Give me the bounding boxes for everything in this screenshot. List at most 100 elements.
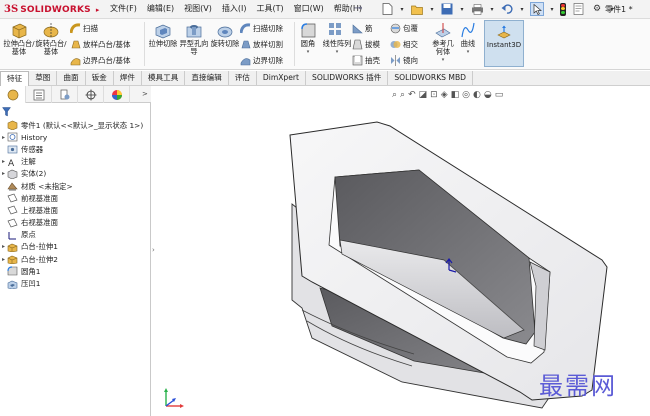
fillet-dropdown-icon[interactable]: ▾ — [296, 48, 320, 56]
display-manager-tab[interactable] — [104, 86, 130, 103]
hole-wizard-button[interactable]: 异型孔向导 — [177, 21, 211, 56]
extrude-cut-button[interactable]: 拉伸切除 — [146, 21, 180, 48]
tree-item[interactable]: 圆角1 — [0, 265, 151, 277]
tree-item[interactable]: ▸ 实体(2) — [0, 168, 151, 180]
wrap-button[interactable]: 包覆 — [390, 22, 418, 35]
tab-mold-tools[interactable]: 模具工具 — [142, 71, 186, 85]
tree-item[interactable]: ▸ History — [0, 131, 151, 143]
file-properties-icon[interactable] — [571, 2, 585, 16]
instant3d-button[interactable]: Instant3D — [484, 20, 524, 67]
revolve-cut-button[interactable]: 旋转切除 — [208, 21, 242, 48]
logo-ds: 3S — [4, 4, 19, 15]
solidworks-logo[interactable]: 3S SOLIDWORKS ▸ — [4, 3, 99, 16]
menu-window[interactable]: 窗口(W) — [294, 3, 324, 14]
sweep-button[interactable]: 扫描 — [69, 22, 98, 35]
expand-arrow-icon[interactable]: ▸ — [0, 134, 7, 141]
linear-pattern-label: 线性阵列 — [322, 39, 352, 48]
tree-item[interactable]: 前视基准面 — [0, 192, 151, 204]
new-document-icon[interactable] — [380, 2, 394, 16]
print-dropdown-icon[interactable]: ▾ — [489, 2, 495, 16]
tree-item[interactable]: 右视基准面 — [0, 217, 151, 229]
expand-arrow-icon[interactable]: ▸ — [0, 158, 7, 165]
shell-button[interactable]: 抽壳 — [352, 54, 380, 67]
save-dropdown-icon[interactable]: ▾ — [459, 2, 465, 16]
configuration-icon — [60, 89, 69, 99]
expand-arrow-icon[interactable]: ▸ — [0, 256, 7, 263]
expand-arrow-icon[interactable]: ▸ — [0, 170, 7, 177]
mirror-button[interactable]: 镜向 — [390, 54, 418, 67]
property-manager-tab[interactable] — [26, 86, 52, 103]
undo-icon[interactable] — [500, 2, 514, 16]
options-gear-icon[interactable]: ⚙ — [590, 2, 604, 16]
logo-expand-icon[interactable]: ▸ — [96, 6, 100, 14]
tree-item[interactable]: 材质 <未指定> — [0, 180, 151, 192]
linear-pattern-icon — [328, 21, 346, 39]
reference-geometry-button[interactable]: 参考几何体 ▾ — [430, 21, 456, 64]
tree-item[interactable]: 原点 — [0, 229, 151, 241]
feature-manager-tab[interactable] — [0, 86, 26, 103]
curves-dropdown-icon[interactable]: ▾ — [456, 48, 480, 56]
tree-item[interactable]: ▸ 凸台-拉伸1 — [0, 241, 151, 253]
tree-item[interactable]: 压凹1 — [0, 277, 151, 289]
tab-sketch[interactable]: 草图 — [29, 71, 58, 85]
draft-button[interactable]: 拔模 — [352, 38, 380, 51]
expand-arrow-icon[interactable]: ▸ — [0, 243, 7, 250]
menu-insert[interactable]: 插入(I) — [222, 3, 247, 14]
draft-icon — [352, 39, 363, 50]
rib-button[interactable]: 筋 — [352, 22, 373, 35]
tab-mbd[interactable]: SOLIDWORKS MBD — [388, 71, 474, 85]
select-cursor-icon[interactable] — [530, 2, 544, 16]
linear-pattern-button[interactable]: 线性阵列 ▾ — [322, 21, 352, 56]
document-title: 零件1 * — [605, 5, 633, 14]
tree-item[interactable]: ▸ 凸台-拉伸2 — [0, 253, 151, 265]
mirror-label: 镜向 — [403, 56, 418, 65]
pin-icon[interactable]: ⊸ — [354, 3, 362, 14]
menu-edit[interactable]: 编辑(E) — [147, 3, 174, 14]
tab-addins[interactable]: SOLIDWORKS 插件 — [306, 71, 389, 85]
extrude-boss-button[interactable]: 拉伸凸台/基体 — [2, 21, 36, 56]
curves-button[interactable]: 曲线 ▾ — [456, 21, 480, 56]
menu-tools[interactable]: 工具(T) — [256, 3, 283, 14]
tree-item[interactable]: 上视基准面 — [0, 204, 151, 216]
dimxpert-manager-tab[interactable] — [78, 86, 104, 103]
sweep-cut-button[interactable]: 扫描切除 — [239, 22, 283, 35]
tab-evaluate[interactable]: 评估 — [229, 71, 257, 85]
boundary-boss-button[interactable]: 边界凸台/基体 — [70, 54, 131, 67]
open-folder-icon[interactable] — [410, 2, 424, 16]
linear-pattern-dropdown-icon[interactable]: ▾ — [322, 48, 352, 56]
save-icon[interactable] — [440, 2, 454, 16]
loft-cut-button[interactable]: 放样切割 — [240, 38, 283, 51]
tab-dimxpert[interactable]: DimXpert — [257, 71, 307, 85]
tab-features[interactable]: 特征 — [0, 71, 30, 86]
undo-dropdown-icon[interactable]: ▾ — [519, 2, 525, 16]
configuration-manager-tab[interactable] — [52, 86, 78, 103]
tab-sheet-metal[interactable]: 钣金 — [86, 71, 114, 85]
tree-item[interactable]: 传感器 — [0, 143, 151, 155]
menu-file[interactable]: 文件(F) — [110, 3, 137, 14]
loft-boss-button[interactable]: 放样凸台/基体 — [70, 38, 131, 51]
rebuild-traffic-light-icon[interactable] — [560, 2, 566, 16]
tab-direct-editing[interactable]: 直接编辑 — [185, 71, 229, 85]
rib-label: 筋 — [365, 24, 373, 33]
revolve-boss-button[interactable]: 旋转凸台/基体 — [34, 21, 68, 56]
filter-funnel-icon[interactable] — [2, 107, 11, 117]
menu-view[interactable]: 视图(V) — [184, 3, 212, 14]
fillet-button[interactable]: 圆角 ▾ — [296, 21, 320, 56]
graphics-area[interactable]: ⌕ ⌕ ↶ ◪ ⊡ ◈ ◧ ◎ ◐ ◒ ▭ › 最需网 — [152, 86, 650, 416]
new-dropdown-icon[interactable]: ▾ — [399, 2, 405, 16]
open-dropdown-icon[interactable]: ▾ — [429, 2, 435, 16]
color-wheel-icon — [111, 89, 122, 100]
tab-weldments[interactable]: 焊件 — [114, 71, 142, 85]
reference-geometry-dropdown-icon[interactable]: ▾ — [430, 56, 456, 64]
select-dropdown-icon[interactable]: ▾ — [549, 2, 555, 16]
print-icon[interactable] — [470, 2, 484, 16]
tab-surfaces[interactable]: 曲面 — [57, 71, 86, 85]
tree-item[interactable]: ▸ A 注解 — [0, 156, 151, 168]
quick-access-toolbar: ▾ ▾ ▾ ▾ ▾ ▾ ⚙ ▾ — [380, 2, 615, 16]
boundary-cut-icon — [240, 55, 251, 66]
tree-root-part[interactable]: 零件1 (默认<<默认>_显示状态 1>) — [0, 119, 151, 131]
intersect-button[interactable]: 相交 — [390, 38, 418, 51]
boundary-cut-button[interactable]: 边界切除 — [240, 54, 283, 67]
panel-expand-arrow-icon[interactable]: > — [142, 90, 148, 98]
tree-filter[interactable] — [2, 107, 149, 118]
